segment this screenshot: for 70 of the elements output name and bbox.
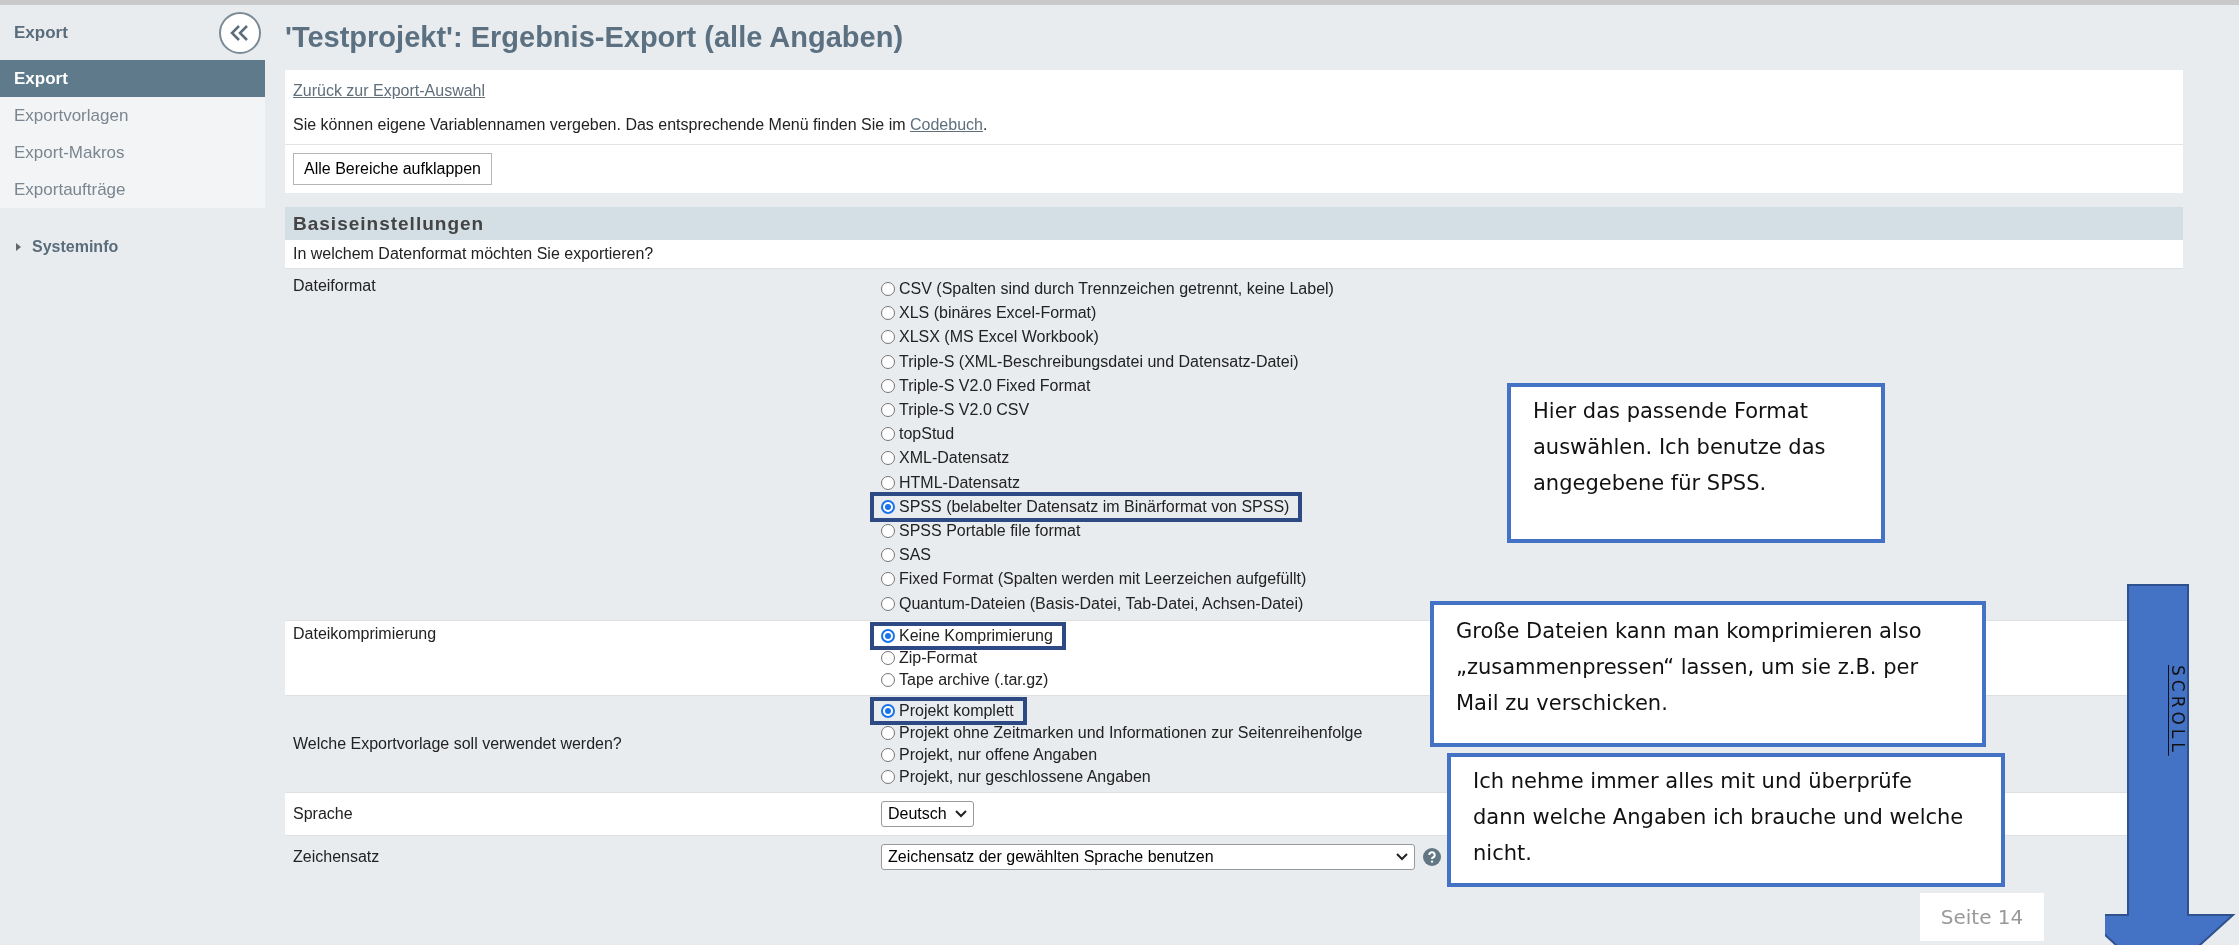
- radio-option[interactable]: Tape archive (.tar.gz): [873, 668, 1049, 691]
- setting-label: Dateikomprimierung: [292, 624, 438, 644]
- radio-button[interactable]: [881, 282, 895, 297]
- dropdown[interactable]: Deutsch: [881, 800, 974, 827]
- back-link[interactable]: Zurück zur Export-Auswahl: [293, 82, 486, 99]
- callout: Ich nehme immer alles mit und überprüfe dann welche Angaben ich brauche und welche nicht.: [1447, 753, 2005, 887]
- radio-button[interactable]: [881, 330, 895, 345]
- radio-option[interactable]: Zip-Format: [873, 646, 978, 669]
- page-number: Seite 14: [1920, 893, 2044, 941]
- radio-button[interactable]: [881, 523, 895, 538]
- radio-option[interactable]: HTML-Datensatz: [873, 470, 1020, 495]
- radio-button[interactable]: [881, 548, 895, 563]
- radio-option[interactable]: XML-Datensatz: [873, 446, 1010, 471]
- radio-option[interactable]: topStud: [873, 422, 955, 447]
- radio-button[interactable]: [881, 747, 895, 762]
- sidebar-item[interactable]: Export: [0, 60, 265, 97]
- section-question: In welchem Datenformat möchten Sie exportieren?: [285, 240, 2183, 268]
- radio-button[interactable]: [881, 596, 895, 611]
- radio-button[interactable]: [881, 427, 895, 442]
- radio-option[interactable]: Fixed Format (Spalten werden mit Leerzeichen aufgefüllt): [873, 567, 1307, 592]
- setting-label: Dateiformat: [292, 277, 377, 296]
- page-title: 'Testprojekt': Ergebnis-Export (alle Angaben): [285, 20, 905, 55]
- radio-option[interactable]: SPSS (belabelter Datensatz im Binärformat von SPSS): [873, 494, 1300, 519]
- sidebar-heading: Export: [14, 22, 68, 43]
- caret-icon: [14, 243, 22, 251]
- radio-option[interactable]: Quantum-Dateien (Basis-Datei, Tab-Datei, Achsen-Datei): [873, 591, 1304, 616]
- radio-button[interactable]: [881, 475, 895, 490]
- radio-button[interactable]: [881, 650, 895, 665]
- radio-button[interactable]: [881, 672, 895, 687]
- help-icon[interactable]: [1423, 847, 1441, 866]
- setting-label: Zeichensatz: [292, 847, 381, 866]
- radio-button[interactable]: [881, 306, 895, 321]
- radio-button[interactable]: [881, 572, 895, 587]
- expand-all-button[interactable]: Alle Bereiche aufklappen: [293, 153, 492, 185]
- info-text: Sie können eigene Variablennamen vergeben. Das entsprechende Menü finden Sie im Codebuch.: [293, 115, 989, 135]
- radio-option[interactable]: Keine Komprimierung: [873, 624, 1063, 647]
- radio-option[interactable]: Projekt ohne Zeitmarken und Informationen zur Seitenreihenfolge: [873, 721, 1363, 744]
- radio-option[interactable]: CSV (Spalten sind durch Trennzeichen getrennt, keine Label): [873, 277, 1334, 302]
- radio-button[interactable]: [881, 354, 895, 369]
- chevron-down-icon: [1396, 852, 1408, 861]
- codebook-link[interactable]: Codebuch: [910, 116, 983, 133]
- collapse-button[interactable]: [219, 11, 261, 54]
- radio-option[interactable]: Triple-S V2.0 Fixed Format: [873, 373, 1091, 398]
- radio-button[interactable]: [881, 628, 895, 643]
- radio-button[interactable]: [881, 703, 895, 718]
- arrow-label: SCROLL: [2167, 665, 2188, 756]
- radio-button[interactable]: [881, 499, 895, 514]
- section-header: Basiseinstellungen: [285, 207, 2183, 240]
- dropdown[interactable]: Zeichensatz der gewählten Sprache benutzen: [881, 843, 1415, 870]
- radio-button[interactable]: [881, 378, 895, 393]
- radio-button[interactable]: [881, 769, 895, 784]
- radio-option[interactable]: Projekt, nur geschlossene Angaben: [873, 765, 1151, 788]
- radio-option[interactable]: Triple-S V2.0 CSV: [873, 397, 1030, 423]
- radio-option[interactable]: XLSX (MS Excel Workbook): [873, 325, 1099, 350]
- setting-label: Welche Exportvorlage soll verwendet werden?: [292, 733, 623, 754]
- sidebar-section[interactable]: Systeminfo: [0, 238, 265, 256]
- radio-option[interactable]: Projekt komplett: [873, 699, 1024, 722]
- double-chevron-left-icon: [229, 23, 251, 42]
- callout: Hier das passende Format auswählen. Ich benutze das angegebene für SPSS.: [1507, 383, 1885, 543]
- radio-option[interactable]: Triple-S (XML-Beschreibungsdatei und Datensatz-Datei): [873, 349, 1299, 374]
- radio-option[interactable]: SAS: [873, 543, 931, 568]
- radio-button[interactable]: [881, 451, 895, 466]
- callout: Große Dateien kann man komprimieren also „zusammenpressen“ lassen, um sie z.B. per Mail zu verschicken.: [1430, 601, 1986, 747]
- radio-button[interactable]: [881, 725, 895, 740]
- chevron-down-icon: [954, 809, 967, 818]
- setting-label: Sprache: [292, 804, 354, 823]
- radio-button[interactable]: [881, 403, 895, 418]
- radio-option[interactable]: Projekt, nur offene Angaben: [873, 743, 1098, 766]
- radio-option[interactable]: SPSS Portable file format: [873, 518, 1081, 544]
- radio-option[interactable]: XLS (binäres Excel-Format): [873, 301, 1097, 326]
